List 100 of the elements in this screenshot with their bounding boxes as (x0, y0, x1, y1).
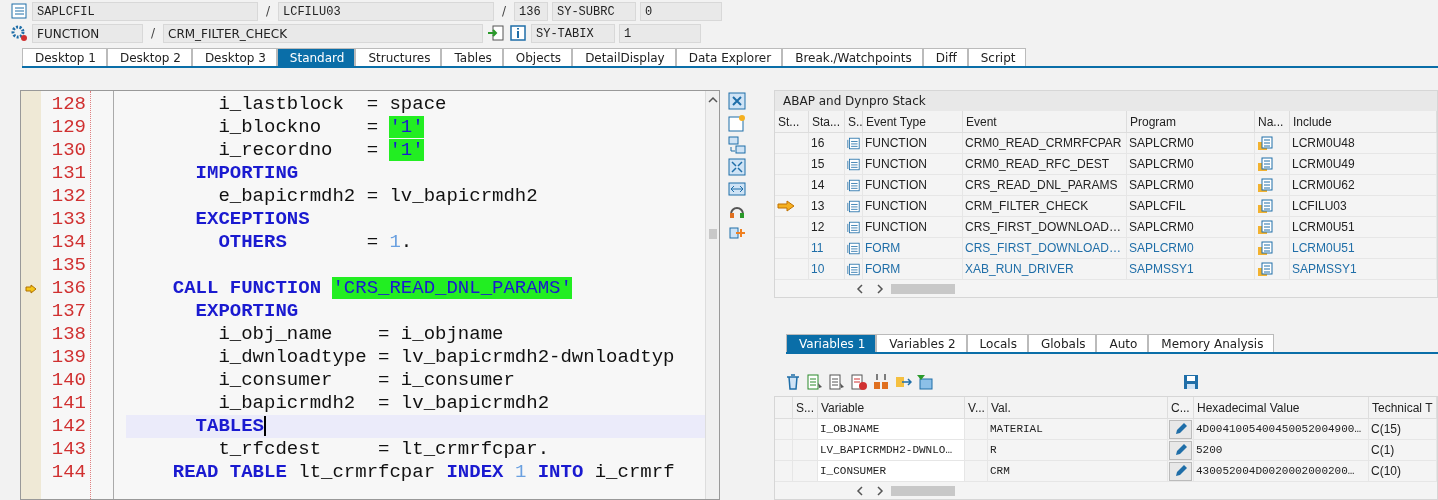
tab[interactable]: DetailDisplay (572, 48, 676, 66)
column-header[interactable]: Na... (1255, 111, 1290, 133)
save-icon[interactable] (1182, 373, 1200, 391)
table-cell: CRM_FILTER_CHECK (963, 196, 1127, 217)
edit-button[interactable] (1169, 461, 1192, 481)
info-icon[interactable] (509, 24, 527, 42)
tab[interactable]: Variables 1 (786, 334, 877, 352)
line-number: 129 (50, 116, 87, 139)
edit-button[interactable] (1169, 440, 1192, 460)
folder-document-icon[interactable] (1257, 135, 1273, 151)
step-icon[interactable] (487, 24, 505, 42)
column-header[interactable]: St... (775, 111, 809, 133)
list-remove-icon[interactable] (850, 373, 868, 391)
column-header[interactable]: V... (965, 397, 988, 419)
column-header[interactable]: Val. (988, 397, 1168, 419)
scrollbar-thumb[interactable] (891, 485, 955, 496)
expand-icon[interactable] (728, 158, 746, 176)
tag-icon[interactable] (916, 373, 934, 391)
pencil-icon (1173, 443, 1188, 457)
table-cell: CRM0_READ_RFC_DEST (963, 154, 1127, 175)
tab[interactable]: Structures (355, 48, 442, 66)
code-line: t_rfcdest = lt_crmrfcpar. (217, 438, 550, 461)
tab[interactable]: Standard (276, 48, 356, 66)
tab[interactable]: Locals (966, 334, 1028, 352)
table-cell: CRS_READ_DNL_PARAMS (963, 175, 1127, 196)
line-number: 138 (50, 323, 87, 346)
separator: / (149, 26, 156, 40)
close-icon[interactable] (728, 92, 746, 110)
scrollbar-thumb[interactable] (891, 283, 955, 294)
scrollbar-thumb[interactable] (708, 229, 717, 239)
merge-icon[interactable] (872, 373, 890, 391)
column-header[interactable]: S.. (845, 111, 863, 133)
code-line: i_lastblock = space (217, 93, 447, 116)
new-window-icon[interactable] (728, 114, 746, 132)
column-header[interactable]: C... (1168, 397, 1194, 419)
column-header[interactable]: S... (793, 397, 818, 419)
code-editor[interactable] (20, 90, 720, 500)
tab[interactable]: Globals (1027, 334, 1097, 352)
table-cell (793, 419, 818, 440)
table-cell (965, 440, 988, 461)
column-header[interactable]: Variable (818, 397, 965, 419)
line-number: 144 (50, 461, 87, 484)
table-cell: FUNCTION (863, 133, 963, 154)
list-icon[interactable] (806, 373, 824, 391)
gear-icon[interactable] (10, 24, 28, 42)
line-number: 128 (50, 93, 87, 116)
table-cell: FORM (863, 238, 963, 259)
folder-document-icon[interactable] (1257, 177, 1273, 193)
tab[interactable]: Diff (922, 48, 968, 66)
tab[interactable]: Auto (1096, 334, 1149, 352)
tab[interactable]: Data Explorer (675, 48, 783, 66)
table-cell: LCRM0U49 (1290, 154, 1437, 175)
tab[interactable]: Objects (502, 48, 573, 66)
line-number: 141 (50, 392, 87, 415)
list-icon[interactable] (828, 373, 846, 391)
sysvar-name: SY-TABIX (531, 23, 615, 43)
tab[interactable]: Variables 2 (876, 334, 967, 352)
column-header[interactable]: Event Type (863, 111, 963, 133)
column-header[interactable]: Technical T (1369, 397, 1437, 419)
tab[interactable]: Script (967, 48, 1027, 66)
table-cell: 13 (809, 196, 845, 217)
table-cell: 430052004D0020002000200… (1194, 461, 1369, 482)
panel-title: ABAP and Dynpro Stack (775, 91, 1437, 111)
table-cell: 11 (809, 238, 845, 259)
line-number: 142 (50, 415, 87, 438)
table-cell: LCRM0U51 (1290, 238, 1437, 259)
tab[interactable]: Desktop 1 (22, 48, 107, 66)
sysvar-value: 1 (619, 23, 701, 43)
swap-icon[interactable] (728, 136, 746, 154)
separator: / (264, 4, 271, 18)
folder-document-icon[interactable] (1257, 198, 1273, 214)
tab[interactable]: Break./Watchpoints (782, 48, 923, 66)
folder-document-icon[interactable] (1257, 240, 1273, 256)
column-header[interactable]: Hexadecimal Value (1194, 397, 1369, 419)
column-header[interactable]: Program (1127, 111, 1255, 133)
tab[interactable]: Tables (441, 48, 503, 66)
line-number: 133 (50, 208, 87, 231)
code-line: i_blockno = '1' (217, 116, 424, 139)
trash-icon[interactable] (784, 373, 802, 391)
tab[interactable]: Desktop 3 (191, 48, 277, 66)
tab[interactable]: Memory Analysis (1148, 334, 1275, 352)
folder-document-icon[interactable] (1257, 219, 1273, 235)
table-cell: SAPLCRM0 (1127, 217, 1255, 238)
column-header[interactable]: Event (963, 111, 1127, 133)
table-cell: 4D0041005400450052004900… (1194, 419, 1369, 440)
program-icon[interactable] (10, 2, 28, 20)
program-field: SAPLCFIL (32, 1, 258, 21)
variable-name: LV_BAPICRMDH2-DWNLO… (818, 440, 965, 461)
column-header[interactable]: Sta... (809, 111, 845, 133)
folder-document-icon[interactable] (1257, 156, 1273, 172)
tab[interactable]: Desktop 2 (106, 48, 192, 66)
line-number: 130 (50, 139, 87, 162)
table-cell: SAPMSSY1 (1127, 259, 1255, 280)
separator: / (500, 4, 507, 18)
edit-button[interactable] (1169, 419, 1192, 439)
column-header[interactable]: Include (1290, 111, 1437, 133)
resize-icon[interactable] (728, 180, 746, 198)
table-cell: SAPLCRM0 (1127, 154, 1255, 175)
code-line: EXPORTING (194, 300, 299, 323)
folder-document-icon[interactable] (1257, 261, 1273, 277)
